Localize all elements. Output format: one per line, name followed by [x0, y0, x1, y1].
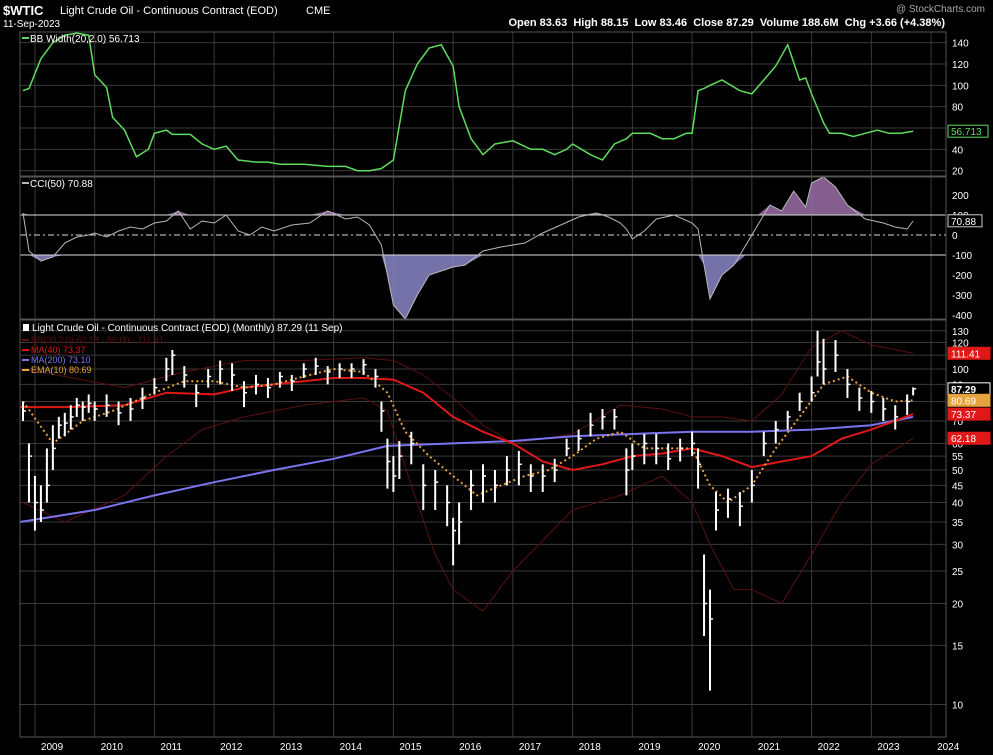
x-tick-label: 2024 [937, 742, 960, 753]
price-label: 80.69 [951, 396, 976, 407]
price-tick-label: 30 [952, 540, 964, 551]
x-tick-label: 2016 [459, 742, 482, 753]
bbw-value-label: 56.713 [951, 127, 982, 138]
price-tick-label: 45 [952, 481, 964, 492]
cci-tick-label: -200 [952, 271, 972, 282]
x-tick-label: 2010 [101, 742, 124, 753]
x-tick-label: 2014 [340, 742, 363, 753]
price-tick-label: 50 [952, 466, 964, 477]
price-tick-label: 35 [952, 518, 964, 529]
cci-panel: -400-300-200-1000100200CCI(50) 70.8870.8… [19, 176, 983, 322]
cci-value-label: 70.88 [951, 217, 976, 228]
price-label: 62.18 [951, 434, 976, 445]
x-tick-label: 2019 [638, 742, 661, 753]
cci-line [22, 176, 914, 320]
cci-tick-label: -100 [952, 251, 972, 262]
price-tick-label: 40 [952, 499, 964, 510]
price-tick-label: 100 [952, 365, 969, 376]
x-tick-label: 2022 [818, 742, 841, 753]
price-legend-swatch [23, 324, 29, 331]
cci-tick-label: 200 [952, 191, 969, 202]
x-tick-label: 2021 [758, 742, 781, 753]
x-axis: 2009 2010 2011 2012 2013 2014 2015 2016 2017 2018… [41, 742, 960, 753]
bbw-tick-label: 100 [952, 81, 969, 92]
bbw-tick-label: 20 [952, 167, 964, 178]
price-label: 111.41 [951, 349, 981, 360]
cci-tick-label: 0 [952, 231, 958, 242]
price-tick-label: 25 [952, 567, 964, 578]
price-frame [19, 319, 947, 738]
x-tick-label: 2017 [519, 742, 542, 753]
x-tick-label: 2013 [280, 742, 303, 753]
price-label: 73.37 [951, 410, 976, 421]
price-tick-label: 55 [952, 452, 964, 463]
bbw-tick-label: 40 [952, 145, 964, 156]
bbw-tick-label: 80 [952, 103, 964, 114]
indicator-legend-3: EMA(10) 80.69 [31, 365, 92, 375]
ema10-line [22, 367, 914, 504]
bbw-tick-label: 120 [952, 60, 969, 71]
x-tick-label: 2012 [220, 742, 243, 753]
x-tick-label: 2018 [579, 742, 602, 753]
x-tick-label: 2015 [399, 742, 422, 753]
cci-legend: CCI(50) 70.88 [30, 179, 93, 190]
bb-width-panel: 20406080100120140BB Width(20,2.0) 56.713… [19, 31, 989, 178]
price-tick-label: 15 [952, 641, 964, 652]
x-tick-label: 2023 [877, 742, 900, 753]
x-tick-label: 2011 [160, 742, 182, 753]
cci-oversold-fill [22, 255, 914, 319]
bbw-line [22, 32, 914, 172]
price-panel: 1015202530354045505560708090100110120130… [19, 319, 991, 738]
price-tick-label: 130 [952, 327, 969, 338]
price-tick-label: 10 [952, 700, 964, 711]
indicator-legend-1: MA(40) 73.37 [31, 345, 86, 355]
price-tick-label: 20 [952, 600, 964, 611]
cci-overbought-fill [22, 177, 914, 215]
price-chart: 20406080100120140BB Width(20,2.0) 56.713… [19, 31, 991, 753]
x-tick-label: 2009 [41, 742, 64, 753]
indicator-legend-2: MA(200) 73.10 [31, 355, 91, 365]
bbw-legend: BB Width(20,2.0) 56.713 [30, 34, 140, 45]
cci-tick-label: -300 [952, 291, 972, 302]
price-legend: Light Crude Oil - Continuous Contract (E… [32, 323, 343, 334]
indicator-legend-0: BB(20,2.0) 62.18 - 86.80 - 111.41 [31, 335, 164, 345]
cci-tick-label: -400 [952, 311, 972, 322]
x-tick-label: 2020 [698, 742, 721, 753]
cci-frame [19, 176, 947, 320]
bbw-tick-label: 140 [952, 39, 969, 50]
